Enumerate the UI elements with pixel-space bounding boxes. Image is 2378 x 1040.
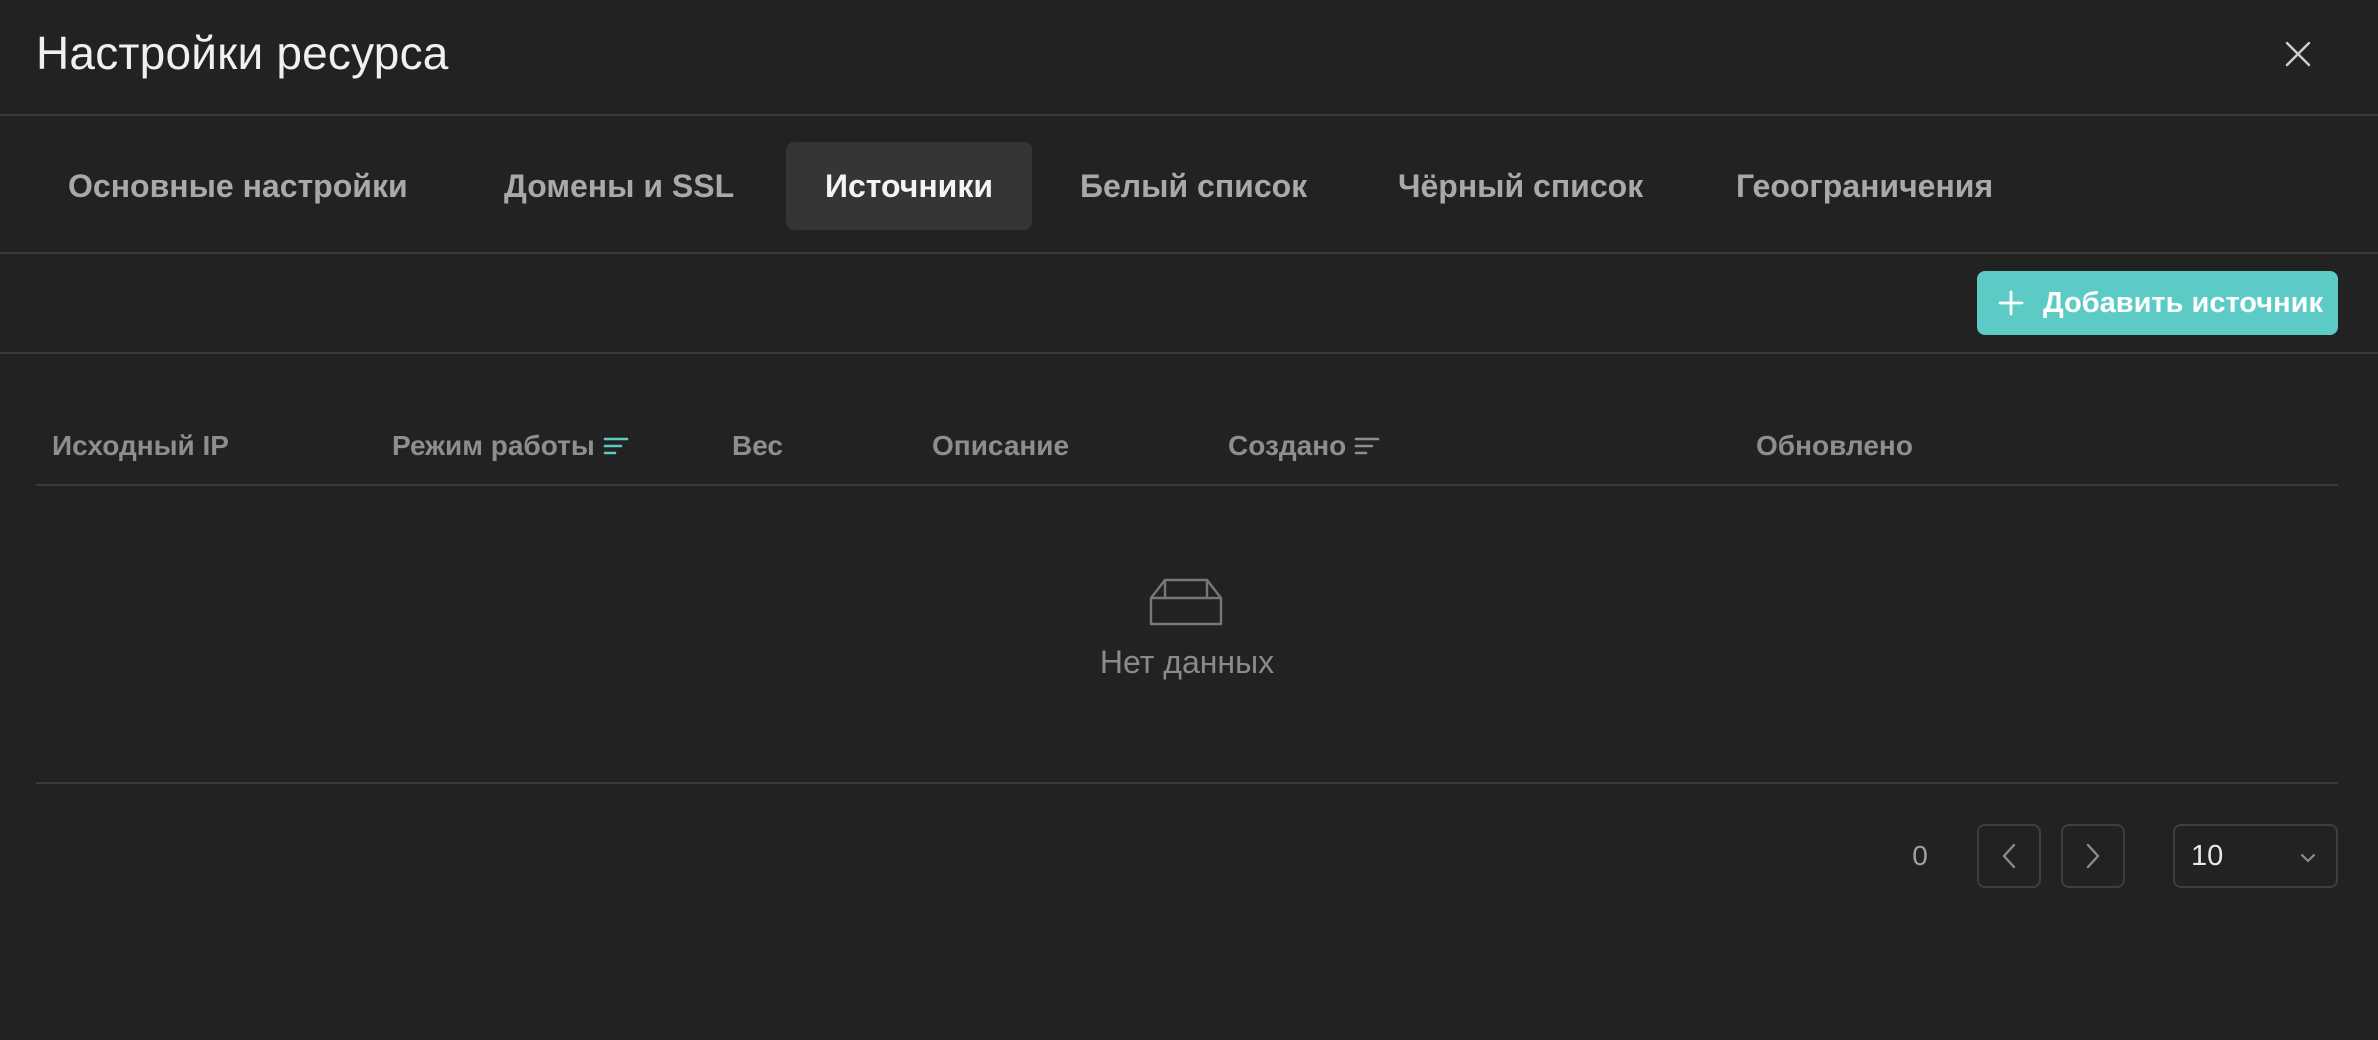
next-page-button[interactable] (2061, 824, 2125, 888)
column-header-created[interactable]: Создано (1228, 426, 1380, 466)
add-source-button[interactable]: Добавить источник (1977, 271, 2338, 335)
page-title: Настройки ресурса (36, 27, 449, 79)
column-header-updated: Обновлено (1756, 426, 1913, 466)
prev-page-button[interactable] (1977, 824, 2041, 888)
column-header-description: Описание (932, 426, 1069, 466)
sort-icon[interactable] (1354, 435, 1380, 457)
column-header-mode[interactable]: Режим работы (392, 426, 629, 466)
column-label: Описание (932, 430, 1070, 461)
column-label: Вес (732, 430, 783, 461)
column-label: Обновлено (1756, 430, 1913, 461)
tab-domains-ssl[interactable]: Домены и SSL (472, 142, 766, 230)
close-button[interactable] (2272, 28, 2324, 80)
empty-state: Нет данных (36, 486, 2338, 784)
page-size-value: 10 (2191, 839, 2224, 872)
tab-sources[interactable]: Источники (786, 142, 1032, 230)
chevron-down-icon (2300, 853, 2316, 863)
add-source-label: Добавить источник (2043, 286, 2323, 319)
column-label: Режим работы (392, 430, 595, 461)
tab-whitelist[interactable]: Белый список (1048, 142, 1339, 230)
column-label: Исходный IP (52, 430, 229, 461)
column-header-source-ip: Исходный IP (52, 426, 229, 466)
tabs-bar: Основные настройки Домены и SSL Источник… (0, 116, 2378, 254)
toolbar: Добавить источник (0, 254, 2378, 354)
close-icon (2285, 41, 2311, 67)
chevron-left-icon (2002, 843, 2016, 869)
empty-text: Нет данных (1099, 644, 1275, 680)
pagination: 0 10 (0, 824, 2378, 888)
page-size-select[interactable]: 10 (2173, 824, 2338, 888)
sort-icon[interactable] (603, 435, 629, 457)
chevron-right-icon (2086, 843, 2100, 869)
table-header: Исходный IP Режим работы Вес Описание Со… (36, 406, 2338, 486)
tab-blacklist[interactable]: Чёрный список (1366, 142, 1675, 230)
modal-header: Настройки ресурса (0, 0, 2378, 116)
tab-basic-settings[interactable]: Основные настройки (36, 142, 440, 230)
tab-geo-restrictions[interactable]: Геоограничения (1704, 142, 2025, 230)
inbox-icon (1149, 578, 1223, 626)
column-header-weight: Вес (732, 426, 783, 466)
column-label: Создано (1228, 430, 1347, 461)
plus-icon (1997, 289, 2025, 317)
total-count: 0 (1912, 840, 1928, 871)
